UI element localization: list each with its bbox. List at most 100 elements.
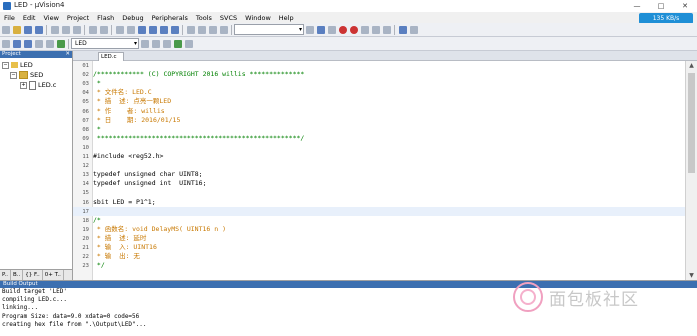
find-combo[interactable] [234, 24, 304, 35]
rebuild-icon[interactable] [23, 39, 32, 48]
menu-flash[interactable]: Flash [93, 14, 118, 22]
bookmark-icon[interactable] [137, 25, 146, 34]
target-options-icon[interactable] [140, 39, 149, 48]
code-line[interactable]: 06 * 作 者: willis [73, 107, 685, 116]
menu-view[interactable]: View [39, 14, 62, 22]
code-line[interactable]: 17 [73, 206, 685, 216]
menu-window[interactable]: Window [241, 14, 275, 22]
indent-icon[interactable] [186, 25, 195, 34]
scroll-down-icon[interactable]: ▼ [686, 271, 697, 280]
stop-build-icon[interactable] [45, 39, 54, 48]
prev-bookmark-icon[interactable] [148, 25, 157, 34]
window-layout-icon[interactable] [398, 25, 407, 34]
code-line[interactable]: 22 * 输 出: 无 [73, 252, 685, 261]
code-text: * 输 出: 无 [93, 252, 140, 261]
select-packs-icon[interactable] [173, 39, 182, 48]
code-text: * 文件名: LED.C [93, 88, 152, 97]
code-line[interactable]: 01 [73, 61, 685, 70]
menu-debug[interactable]: Debug [118, 14, 147, 22]
code-line[interactable]: 05 * 描 述: 点亮一颗LED [73, 97, 685, 106]
find-in-files-icon[interactable] [316, 25, 325, 34]
cut-icon[interactable] [50, 25, 59, 34]
code-line[interactable]: 08 * [73, 125, 685, 134]
maximize-button[interactable]: □ [649, 0, 673, 12]
toolbar-separator [111, 24, 112, 35]
menu-file[interactable]: File [0, 14, 19, 22]
line-number: 23 [82, 263, 89, 270]
code-line[interactable]: 07 * 日 期: 2016/01/15 [73, 116, 685, 125]
editor-tab-led-c[interactable]: LED.c [98, 52, 124, 61]
new-file-icon[interactable] [1, 25, 10, 34]
paste-icon[interactable] [72, 25, 81, 34]
undo-icon[interactable] [88, 25, 97, 34]
code-line[interactable]: 19 * 函数名: void DelayMS( UINT16 n ) [73, 225, 685, 234]
disable-breakpoint-icon[interactable] [360, 25, 369, 34]
code-line[interactable]: 15 [73, 188, 685, 197]
download-icon[interactable] [56, 39, 65, 48]
code-line[interactable]: 02/************ (C) COPYRIGHT 2016 willi… [73, 70, 685, 79]
batch-build-icon[interactable] [34, 39, 43, 48]
tab-project[interactable]: P.. [0, 270, 11, 280]
next-bookmark-icon[interactable] [159, 25, 168, 34]
save-icon[interactable] [23, 25, 32, 34]
code-line[interactable]: 11 #include <reg52.h> [73, 152, 685, 161]
start-debug-icon[interactable] [338, 25, 347, 34]
code-view[interactable]: 01 02/************ (C) COPYRIGHT 2016 wil… [73, 61, 685, 280]
nav-back-icon[interactable] [115, 25, 124, 34]
file-extensions-icon[interactable] [162, 39, 171, 48]
clear-bookmarks-icon[interactable] [170, 25, 179, 34]
code-line[interactable]: 20 * 描 述: 延时 [73, 234, 685, 243]
menu-peripherals[interactable]: Peripherals [148, 14, 192, 22]
find-icon[interactable] [305, 25, 314, 34]
tree-node-file[interactable]: + LED.c [2, 80, 72, 90]
uncomment-icon[interactable] [219, 25, 228, 34]
code-line[interactable]: 09 *************************************… [73, 134, 685, 143]
code-line[interactable]: 03 * [73, 79, 685, 88]
build-icon[interactable] [12, 39, 21, 48]
menu-edit[interactable]: Edit [19, 14, 40, 22]
expand-icon[interactable]: + [20, 81, 27, 89]
tab-books[interactable]: B.. [11, 270, 24, 280]
kill-breakpoints-icon[interactable] [371, 25, 380, 34]
save-all-icon[interactable] [34, 25, 43, 34]
multi-project-icon[interactable] [184, 39, 193, 48]
editor-vertical-scrollbar[interactable]: ▲ ▼ [685, 61, 697, 280]
nav-forward-icon[interactable] [126, 25, 135, 34]
menu-help[interactable]: Help [275, 14, 298, 22]
code-line[interactable]: 13 typedef unsigned char UINT8; [73, 170, 685, 179]
kill-all-breakpoints-icon[interactable] [382, 25, 391, 34]
scrollbar-thumb[interactable] [688, 73, 695, 173]
menu-svcs[interactable]: SVCS [216, 14, 241, 22]
tree-node-group[interactable]: − SED [2, 70, 72, 80]
code-line[interactable]: 18/* [73, 216, 685, 225]
scroll-up-icon[interactable]: ▲ [686, 61, 697, 70]
menu-tools[interactable]: Tools [192, 14, 216, 22]
translate-icon[interactable] [1, 39, 10, 48]
panel-close-icon[interactable]: ✕ [65, 51, 70, 58]
copy-icon[interactable] [61, 25, 70, 34]
comment-icon[interactable] [208, 25, 217, 34]
collapse-icon[interactable]: − [2, 61, 9, 69]
open-file-icon[interactable] [12, 25, 21, 34]
tab-templates[interactable]: 0+ T.. [43, 270, 64, 280]
code-line[interactable]: 14 typedef unsigned int UINT16; [73, 179, 685, 188]
target-select[interactable]: LED [71, 38, 139, 49]
tree-node-target[interactable]: − LED [2, 60, 72, 70]
code-line[interactable]: 12 [73, 161, 685, 170]
breakpoint-icon[interactable] [349, 25, 358, 34]
code-line[interactable]: 23 */ [73, 261, 685, 270]
close-button[interactable]: ✕ [673, 0, 697, 12]
minimize-button[interactable]: — [625, 0, 649, 12]
incremental-find-icon[interactable] [327, 25, 336, 34]
menu-project[interactable]: Project [63, 14, 93, 22]
unindent-icon[interactable] [197, 25, 206, 34]
manage-components-icon[interactable] [151, 39, 160, 48]
tab-functions[interactable]: {} F.. [23, 270, 43, 280]
code-line[interactable]: 21 * 输 入: UINT16 [73, 243, 685, 252]
redo-icon[interactable] [99, 25, 108, 34]
configure-icon[interactable] [409, 25, 418, 34]
watermark-text: 面包板社区 [549, 289, 639, 310]
code-line[interactable]: 16 sbit LED = P1^1; [73, 198, 685, 207]
collapse-icon[interactable]: − [10, 71, 17, 79]
code-line[interactable]: 10 [73, 143, 685, 152]
